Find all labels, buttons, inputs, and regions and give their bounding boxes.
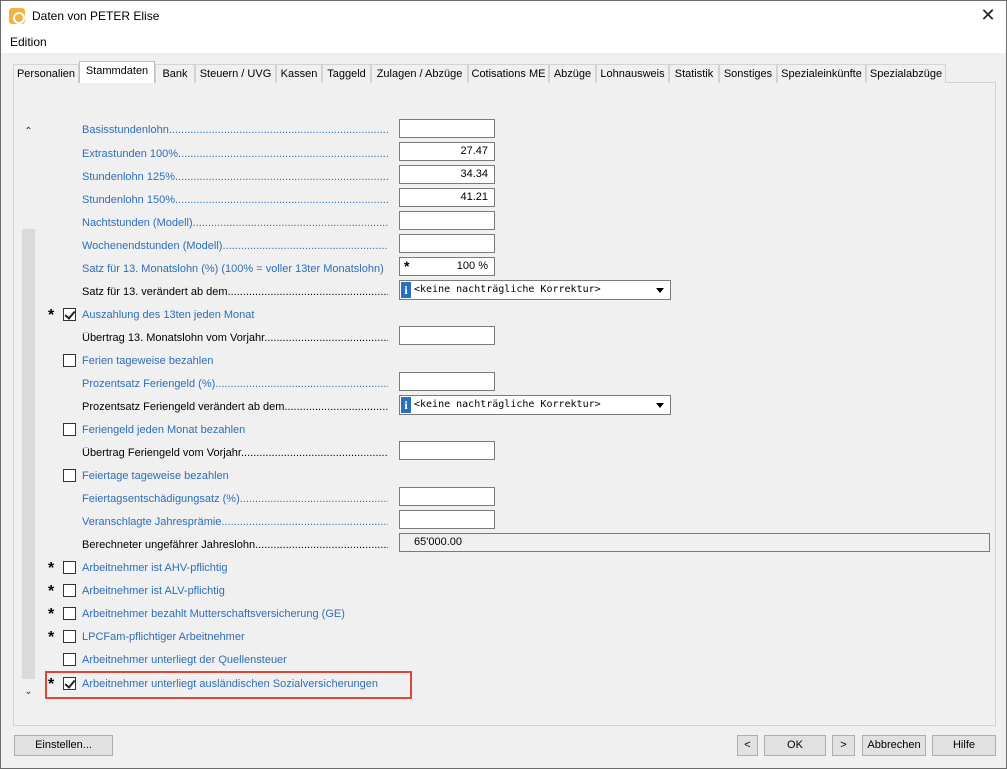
label-ferien-tageweise: Ferien tageweise bezahlen [82, 355, 214, 367]
input-prozentsatz-feriengeld[interactable] [399, 372, 495, 391]
scrollbar-track[interactable] [22, 229, 35, 679]
tab-abzuege[interactable]: Abzüge [549, 64, 596, 83]
select-satz-13-veraendert[interactable]: i <keine nachträgliche Korrektur> [399, 280, 671, 300]
dropdown-arrow-icon[interactable] [656, 288, 664, 293]
input-basisstundenlohn[interactable] [399, 119, 495, 138]
tab-spezialabzuege[interactable]: Spezialabzüge [866, 64, 946, 83]
input-stundenlohn-125[interactable]: 34.34 [399, 165, 495, 184]
checkbox-ausland-sozialversicherung[interactable] [63, 677, 76, 690]
menu-edition[interactable]: Edition [10, 35, 47, 49]
tab-taggeld[interactable]: Taggeld [322, 64, 371, 83]
label-basisstundenlohn: Basisstundenlohn........................… [82, 124, 388, 136]
input-wochenendstunden[interactable] [399, 234, 495, 253]
label-jahrespraemie: Veranschlagte Jahresprämie..............… [82, 516, 388, 528]
tab-zulagen-abzuege[interactable]: Zulagen / Abzüge [371, 64, 468, 83]
info-icon: i [401, 282, 411, 298]
label-feriengeld-monat: Feriengeld jeden Monat bezahlen [82, 424, 246, 436]
input-value: 100 % [456, 260, 488, 272]
label-satz-13-veraendert: Satz für 13. verändert ab dem...........… [82, 286, 388, 298]
checkbox-quellensteuer[interactable] [63, 653, 76, 666]
required-star: * [48, 606, 55, 623]
input-extrastunden-100[interactable]: 27.47 [399, 142, 495, 161]
required-star: * [48, 583, 55, 600]
input-satz-13-monatslohn[interactable]: * 100 % [399, 257, 495, 276]
input-uebertrag-feriengeld[interactable] [399, 441, 495, 460]
checkbox-alv[interactable] [63, 584, 76, 597]
label-quellensteuer: Arbeitnehmer unterliegt der Quellensteue… [82, 654, 287, 666]
title-bar: Daten von PETER Elise ✕ [1, 1, 1006, 31]
label-prozentsatz-feriengeld: Prozentsatz Feriengeld (%)..............… [82, 378, 388, 390]
tab-personalien[interactable]: Personalien [13, 64, 79, 83]
checkbox-ferien-tageweise[interactable] [63, 354, 76, 367]
previous-button[interactable]: < [737, 735, 758, 756]
checkbox-lpcfam[interactable] [63, 630, 76, 643]
tab-lohnausweis[interactable]: Lohnausweis [596, 64, 669, 83]
label-feiertag-satz: Feiertagsentschädigungsatz (%)..........… [82, 493, 388, 505]
label-mutterschaft: Arbeitnehmer bezahlt Mutterschaftsversic… [82, 608, 345, 620]
readonly-jahreslohn: 65'000.00 [399, 533, 990, 552]
label-alv: Arbeitnehmer ist ALV-pflichtig [82, 585, 225, 597]
tab-statistik[interactable]: Statistik [669, 64, 719, 83]
einstellen-button[interactable]: Einstellen... [14, 735, 113, 756]
window-title: Daten von PETER Elise [32, 9, 160, 23]
label-auszahlung-13: Auszahlung des 13ten jeden Monat [82, 309, 255, 321]
checkbox-feriengeld-monat[interactable] [63, 423, 76, 436]
label-jahreslohn: Berechneter ungefährer Jahreslohn.......… [82, 539, 388, 551]
label-stundenlohn-150: Stundenlohn 150%........................… [82, 194, 388, 206]
info-icon: i [401, 397, 411, 413]
required-star: * [48, 560, 55, 577]
label-uebertrag-feriengeld: Übertrag Feriengeld vom Vorjahr.........… [82, 447, 388, 459]
hilfe-button[interactable]: Hilfe [932, 735, 996, 756]
tab-kassen[interactable]: Kassen [276, 64, 322, 83]
abbrechen-button[interactable]: Abbrechen [862, 735, 926, 756]
input-uebertrag-13[interactable] [399, 326, 495, 345]
checkbox-feiertage-tageweise[interactable] [63, 469, 76, 482]
input-feiertag-satz[interactable] [399, 487, 495, 506]
label-ahv: Arbeitnehmer ist AHV-pflichtig [82, 562, 228, 574]
label-ausland-sozialversicherung: Arbeitnehmer unterliegt ausländischen So… [82, 678, 378, 690]
label-uebertrag-13: Übertrag 13. Monatslohn vom Vorjahr.....… [82, 332, 388, 344]
label-lpcfam: LPCFam-pflichtiger Arbeitnehmer [82, 631, 245, 643]
app-logo-icon [9, 8, 25, 24]
select-value: <keine nachträgliche Korrektur> [414, 284, 601, 295]
tab-stammdaten[interactable]: Stammdaten [79, 61, 155, 83]
select-value: <keine nachträgliche Korrektur> [414, 399, 601, 410]
tab-steuern-uvg[interactable]: Steuern / UVG [195, 64, 276, 83]
label-prozentsatz-feriengeld-veraendert: Prozentsatz Feriengeld verändert ab dem.… [82, 401, 388, 413]
scroll-up-icon[interactable]: ⌃ [22, 126, 35, 140]
ok-button[interactable]: OK [764, 735, 826, 756]
required-star: * [48, 629, 55, 646]
checkbox-mutterschaft[interactable] [63, 607, 76, 620]
checkbox-auszahlung-13[interactable] [63, 308, 76, 321]
label-nachtstunden: Nachtstunden (Modell)...................… [82, 217, 388, 229]
scroll-down-icon[interactable]: ⌄ [22, 686, 35, 700]
required-star: * [48, 307, 55, 324]
required-star: * [48, 676, 55, 693]
input-nachtstunden[interactable] [399, 211, 495, 230]
select-prozentsatz-feriengeld-veraendert[interactable]: i <keine nachträgliche Korrektur> [399, 395, 671, 415]
label-satz-13-monatslohn: Satz für 13. Monatslohn (%) (100% = voll… [82, 263, 384, 275]
checkbox-ahv[interactable] [63, 561, 76, 574]
label-wochenendstunden: Wochenendstunden (Modell)...............… [82, 240, 388, 252]
tab-spezialeinkuenfte[interactable]: Spezialeinkünfte [777, 64, 866, 83]
tab-bank[interactable]: Bank [155, 64, 195, 83]
input-stundenlohn-150[interactable]: 41.21 [399, 188, 495, 207]
required-star: * [404, 258, 410, 274]
label-stundenlohn-125: Stundenlohn 125%........................… [82, 171, 388, 183]
input-jahrespraemie[interactable] [399, 510, 495, 529]
label-feiertage-tageweise: Feiertage tageweise bezahlen [82, 470, 229, 482]
tab-sonstiges[interactable]: Sonstiges [719, 64, 777, 83]
close-icon[interactable]: ✕ [979, 6, 997, 24]
menu-bar: Edition [1, 31, 1006, 53]
next-button[interactable]: > [832, 735, 855, 756]
dropdown-arrow-icon[interactable] [656, 403, 664, 408]
tab-cotisations-me[interactable]: Cotisations ME [468, 64, 549, 83]
label-extrastunden-100: Extrastunden 100%.......................… [82, 148, 388, 160]
